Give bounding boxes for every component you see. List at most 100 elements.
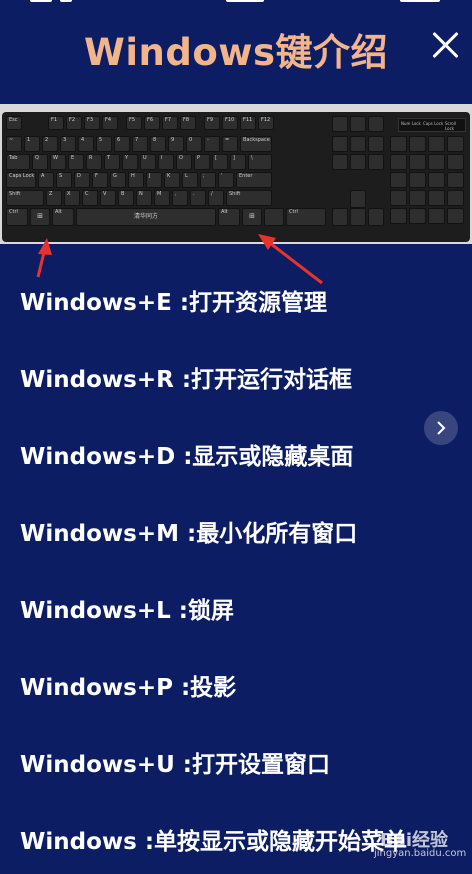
keyboard-key: Ctrl — [6, 208, 28, 226]
keyboard-key: Backspace — [240, 136, 272, 152]
keyboard-key: P — [194, 154, 210, 170]
nav-key — [350, 116, 366, 132]
status-bar — [0, 0, 472, 8]
shortcut-item: Windows+L :锁屏 — [20, 598, 234, 624]
keyboard-key: F7 — [162, 116, 178, 130]
shortcut-item: Windows+D :显示或隐藏桌面 — [20, 444, 354, 470]
keyboard-key: 8 — [150, 136, 166, 152]
keyboard-photo: Esc F1 F2 F3 F4 F5 F6 F7 F8 F9 F10 F11 F12 ~1 2 3 4 5 6 7 8 9… — [2, 112, 470, 242]
watermark: Bai经验 jingyan.baidu.com — [360, 818, 470, 866]
keyboard-key: Alt — [218, 208, 240, 226]
keyboard-key: Y — [122, 154, 138, 170]
numpad-key — [409, 208, 426, 224]
led-label: Caps Lock — [423, 121, 444, 126]
keyboard-key: T — [104, 154, 120, 170]
keyboard-key: I — [158, 154, 174, 170]
next-button[interactable] — [424, 411, 458, 445]
menu-key — [264, 208, 284, 226]
keyboard-key: Alt — [52, 208, 74, 226]
keyboard-key: Z — [46, 190, 62, 206]
keyboard-key: ' — [218, 172, 234, 188]
chevron-right-icon — [437, 421, 446, 435]
watermark-url: jingyan.baidu.com — [374, 848, 467, 859]
keyboard-key: = — [222, 136, 238, 152]
shortcut-item: Windows+E :打开资源管理 — [20, 290, 328, 316]
keyboard-key: 5 — [96, 136, 112, 152]
keyboard-key: N — [136, 190, 152, 206]
keyboard-key: ] — [230, 154, 246, 170]
led-label: Num Lock — [401, 121, 421, 126]
numpad-key — [428, 154, 445, 170]
numpad-key — [447, 136, 464, 152]
numpad-key — [428, 172, 445, 188]
keyboard-key: . — [190, 190, 206, 206]
win-key-left: ⊞ — [30, 208, 50, 226]
numpad-key — [428, 190, 445, 206]
numpad-key — [447, 190, 464, 206]
nav-key — [350, 154, 366, 170]
keyboard-key: Caps Lock — [6, 172, 36, 188]
keyboard-key: H — [128, 172, 144, 188]
keyboard-key: B — [118, 190, 134, 206]
keyboard-key: F5 — [126, 116, 142, 130]
page-title: Windows键介绍 — [84, 31, 388, 74]
keyboard-key: X — [64, 190, 80, 206]
nav-key — [368, 136, 384, 152]
keyboard-key: J — [146, 172, 162, 188]
keyboard-key: K — [164, 172, 180, 188]
nav-key — [332, 136, 348, 152]
space-key: 清华同方 — [76, 208, 216, 226]
numpad-key — [409, 172, 426, 188]
keyboard-key: V — [100, 190, 116, 206]
keyboard-key: R — [86, 154, 102, 170]
keyboard-key: 9 — [168, 136, 184, 152]
keyboard-key: S — [56, 172, 72, 188]
keyboard-key: Tab — [6, 154, 30, 170]
led-label: Scroll Lock — [445, 121, 456, 131]
numpad-key — [390, 190, 407, 206]
keyboard-key: / — [208, 190, 224, 206]
numpad-key — [409, 190, 426, 206]
numpad-key — [428, 208, 445, 224]
shortcut-item: Windows+R :打开运行对话框 — [20, 367, 353, 393]
keyboard-key: Esc — [6, 116, 22, 130]
keyboard-key: G — [110, 172, 126, 188]
keyboard-key: [ — [212, 154, 228, 170]
keyboard-key: F10 — [222, 116, 238, 130]
keyboard-key: U — [140, 154, 156, 170]
numpad-key — [447, 172, 464, 188]
keyboard-key: 0 — [186, 136, 202, 152]
arrow-key — [350, 190, 366, 208]
keyboard-image: Esc F1 F2 F3 F4 F5 F6 F7 F8 F9 F10 F11 F12 ~1 2 3 4 5 6 7 8 9… — [0, 104, 472, 244]
keyboard-key: \ — [248, 154, 272, 170]
keyboard-key: ; — [200, 172, 216, 188]
numpad-key — [447, 154, 464, 170]
keyboard-key: Ctrl — [286, 208, 326, 226]
keyboard-key: D — [74, 172, 90, 188]
keyboard-key: F — [92, 172, 108, 188]
arrow-key — [350, 208, 366, 226]
nav-key — [368, 116, 384, 132]
nav-key — [332, 154, 348, 170]
numpad-key — [409, 154, 426, 170]
shortcut-item: Windows+U :打开设置窗口 — [20, 752, 330, 778]
keyboard-key: F1 — [48, 116, 64, 130]
keyboard-key: F12 — [258, 116, 274, 130]
numpad-key — [409, 136, 426, 152]
shortcut-item: Windows :单按显示或隐藏开始菜单 — [20, 829, 408, 855]
arrow-key — [368, 208, 384, 226]
keyboard-key: F11 — [240, 116, 256, 130]
numpad-key — [390, 154, 407, 170]
keyboard-key: O — [176, 154, 192, 170]
nav-key — [350, 136, 366, 152]
led-panel: Num Lock Caps Lock Scroll Lock — [398, 118, 466, 132]
keyboard-key: F4 — [102, 116, 118, 130]
keyboard-key: - — [204, 136, 220, 152]
close-button[interactable] — [430, 30, 460, 60]
keyboard-key: F3 — [84, 116, 100, 130]
keyboard-key: M — [154, 190, 170, 206]
shortcut-item: Windows+M :最小化所有窗口 — [20, 521, 358, 547]
keyboard-key: 7 — [132, 136, 148, 152]
numpad-key — [390, 208, 407, 224]
keyboard-key: E — [68, 154, 84, 170]
